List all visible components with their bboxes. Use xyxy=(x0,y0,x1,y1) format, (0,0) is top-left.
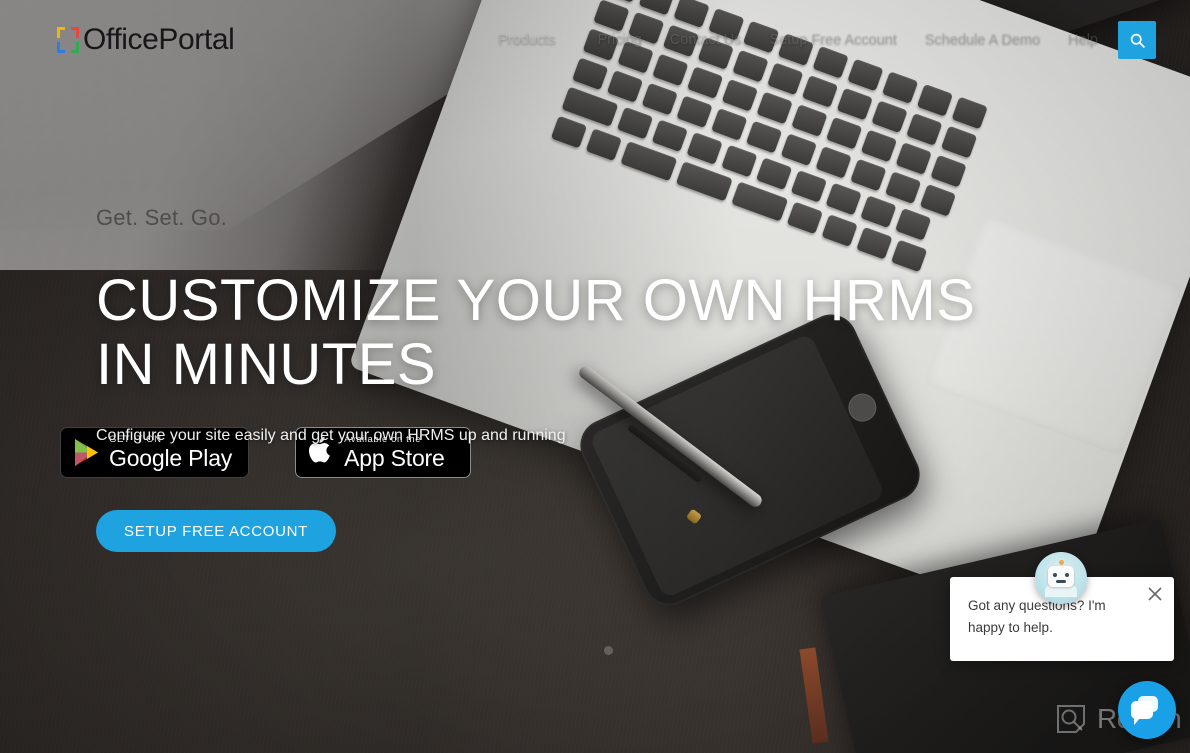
app-store-badge[interactable]: Available on the App Store xyxy=(295,427,472,478)
app-store-badge-text: Available on the App Store xyxy=(344,435,445,470)
app-store-badges: GET IT ON Google Play Available on the A… xyxy=(60,427,472,478)
nav-label-contact-us: Contact Us xyxy=(669,32,742,48)
google-play-badge-big: Google Play xyxy=(109,444,233,471)
nav-label-setup-free-account: Setup Free Account xyxy=(769,32,897,48)
hero-headline: CUSTOMIZE YOUR OWN HRMS IN MINUTES xyxy=(96,269,996,397)
search-icon xyxy=(1130,33,1145,48)
nav-item-contact-us[interactable]: Contact Us xyxy=(656,32,756,48)
nav-label-pricing: Pricing xyxy=(597,32,642,48)
brand-logo[interactable]: OfficePortal xyxy=(57,23,235,57)
nav-item-schedule-a-demo[interactable]: Schedule A Demo xyxy=(911,32,1054,48)
nav-label-products: Products xyxy=(498,32,556,48)
setup-free-account-button[interactable]: SETUP FREE ACCOUNT xyxy=(96,510,337,552)
nav-label-schedule-a-demo: Schedule A Demo xyxy=(924,32,1041,48)
hero-headline-line-1: CUSTOMIZE YOUR OWN HRMS xyxy=(96,268,976,333)
close-icon[interactable] xyxy=(1146,585,1164,603)
google-play-badge[interactable]: GET IT ON Google Play xyxy=(60,427,250,478)
hero-content: Get. Set. Go. CUSTOMIZE YOUR OWN HRMS IN… xyxy=(60,205,996,552)
nav-item-products[interactable]: Products xyxy=(484,32,583,48)
nav-item-pricing[interactable]: Pricing xyxy=(583,32,655,48)
app-store-badge-small: Available on the xyxy=(344,434,422,446)
hero-headline-line-2: IN MINUTES xyxy=(96,332,437,397)
google-play-icon xyxy=(73,438,99,467)
hero-eyebrow: Get. Set. Go. xyxy=(96,205,227,230)
carousel-dot[interactable] xyxy=(604,646,613,655)
apple-icon xyxy=(308,435,334,470)
google-play-badge-text: GET IT ON Google Play xyxy=(109,435,232,470)
nav-label-help: Help xyxy=(1068,32,1098,48)
search-button[interactable] xyxy=(1118,21,1156,59)
google-play-badge-small: GET IT ON xyxy=(109,434,162,446)
officeportal-logo-icon xyxy=(57,27,79,53)
chevron-down-icon xyxy=(561,38,570,42)
nav-item-help[interactable]: Help xyxy=(1054,32,1112,48)
brand-name: OfficePortal xyxy=(83,23,235,56)
nav-item-setup-free-account[interactable]: Setup Free Account xyxy=(756,32,911,48)
main-navigation: Products Pricing Contact Us Setup Free A… xyxy=(484,21,1174,59)
chatbot-avatar-icon xyxy=(1035,552,1087,604)
chat-launcher-button[interactable] xyxy=(1118,681,1176,739)
app-store-badge-big: App Store xyxy=(344,444,445,471)
site-header: OfficePortal Products Pricing Contact Us… xyxy=(0,0,1190,80)
